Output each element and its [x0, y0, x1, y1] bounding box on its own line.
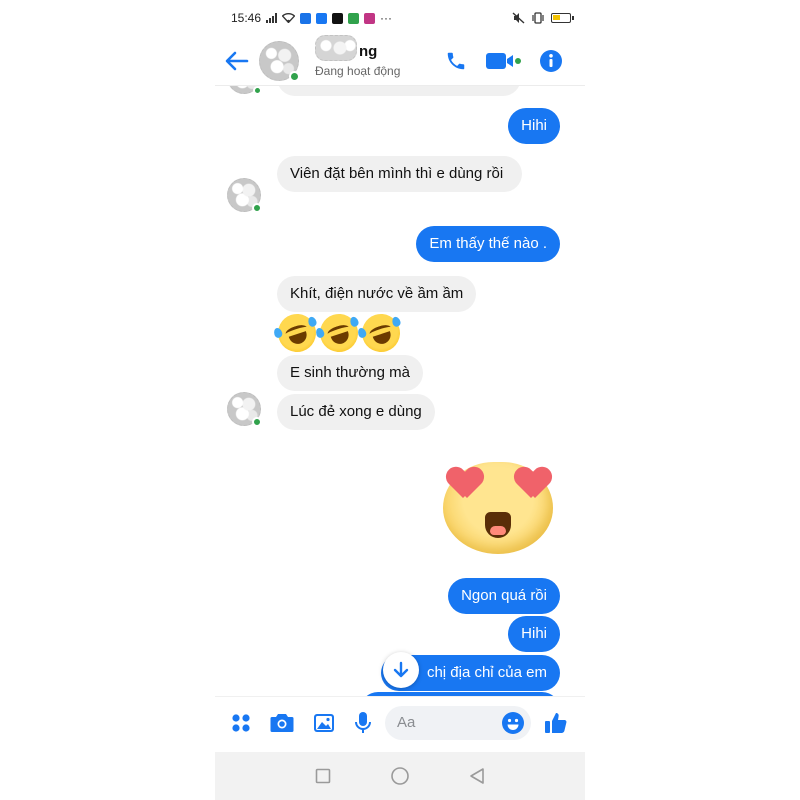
microphone-icon: [355, 711, 371, 733]
instagram-notification-icon: [364, 12, 376, 24]
contact-name: ng: [315, 34, 400, 61]
image-icon: [314, 713, 334, 732]
back-arrow-icon: [225, 51, 249, 70]
emoji-picker-button[interactable]: [501, 711, 525, 735]
system-navigation-bar: [215, 752, 585, 800]
voice-message-button[interactable]: [354, 711, 372, 735]
contact-name-text: ng: [359, 42, 378, 60]
contact-avatar[interactable]: [259, 40, 300, 82]
circle-icon: [391, 767, 409, 785]
smiley-icon: [502, 711, 524, 734]
send-like-button[interactable]: [544, 711, 568, 735]
camera-button[interactable]: [270, 712, 294, 733]
app-notification-icon: [300, 12, 312, 24]
message-bubble-incoming[interactable]: Viên đặt bên mình thì e dùng rồi: [277, 156, 522, 192]
four-dots-icon: [232, 713, 250, 732]
message-bubble-outgoing[interactable]: Ngon quá rồi: [448, 578, 560, 614]
rolling-laughing-emoji: [356, 309, 405, 357]
triangle-back-icon: [470, 768, 485, 784]
message-bubble-outgoing[interactable]: Hihi: [508, 108, 560, 144]
sender-avatar[interactable]: [227, 178, 262, 213]
wifi-icon: [282, 13, 296, 23]
more-actions-button[interactable]: [231, 713, 251, 733]
message-bubble-partial[interactable]: [277, 86, 521, 96]
message-bubble-incoming[interactable]: E sinh thường mà: [277, 355, 423, 391]
conversation-info-button[interactable]: [539, 49, 563, 73]
messenger-screen: 15:46 ··· ng Đang hoạt động Hihi Viên đặ…: [215, 0, 585, 800]
header-actions: [445, 49, 585, 73]
conversation-header: ng Đang hoạt động: [215, 34, 585, 86]
thumbs-up-icon: [545, 712, 567, 733]
tiktok-notification-icon: [332, 12, 344, 24]
back-button[interactable]: [215, 36, 259, 86]
message-list[interactable]: Hihi Viên đặt bên mình thì e dùng rồi Em…: [215, 86, 585, 696]
message-bubble-incoming[interactable]: Lúc đẻ xong e dùng: [277, 394, 435, 430]
online-indicator: [253, 86, 262, 95]
home-button[interactable]: [390, 766, 410, 786]
back-nav-button[interactable]: [469, 767, 485, 785]
info-icon: [540, 49, 562, 72]
battery-icon: [551, 13, 574, 23]
gallery-button[interactable]: [313, 713, 335, 733]
sticker-mouth: [485, 512, 511, 538]
facebook-notification-icon: [316, 12, 328, 24]
message-bubble-outgoing[interactable]: Hihi: [508, 616, 560, 652]
vibrate-icon: [532, 12, 544, 24]
signal-icon: [266, 13, 278, 23]
sender-avatar[interactable]: [227, 392, 262, 427]
heart-eye-right: [515, 468, 551, 500]
recent-apps-button[interactable]: [315, 768, 331, 784]
rolling-laughing-emoji: [314, 309, 363, 357]
online-indicator: [252, 417, 262, 427]
redacted-name-blur: [315, 34, 357, 61]
status-time: 15:46: [231, 11, 262, 25]
message-bubble-incoming[interactable]: Khít, điện nước về ầm ầm: [277, 276, 477, 312]
online-indicator: [252, 203, 262, 213]
emoji-message[interactable]: [272, 309, 405, 357]
square-icon: [315, 768, 330, 784]
message-bubble-outgoing[interactable]: Em thấy thế nào .: [416, 226, 560, 262]
video-camera-icon: [486, 52, 521, 69]
sender-avatar-partial[interactable]: [227, 86, 262, 95]
heart-eye-left: [447, 468, 483, 500]
message-composer: [215, 696, 585, 748]
contact-status: Đang hoạt động: [315, 63, 401, 78]
mute-icon: [512, 12, 525, 24]
arrow-down-icon: [393, 661, 409, 678]
status-bar: 15:46 ···: [215, 0, 585, 36]
contact-info[interactable]: ng Đang hoạt động: [315, 34, 401, 79]
rolling-laughing-emoji: [272, 309, 321, 357]
heart-eyes-sticker[interactable]: [441, 458, 553, 554]
scroll-to-bottom-button[interactable]: [383, 652, 419, 688]
phone-icon: [447, 52, 465, 69]
video-call-button[interactable]: [485, 51, 521, 71]
message-notification-icon: [348, 12, 360, 24]
message-input[interactable]: [397, 714, 501, 731]
camera-icon: [270, 714, 294, 732]
online-indicator: [289, 70, 300, 82]
audio-call-button[interactable]: [445, 50, 467, 72]
more-notifications: ···: [380, 11, 393, 25]
message-input-wrapper: [385, 705, 531, 740]
